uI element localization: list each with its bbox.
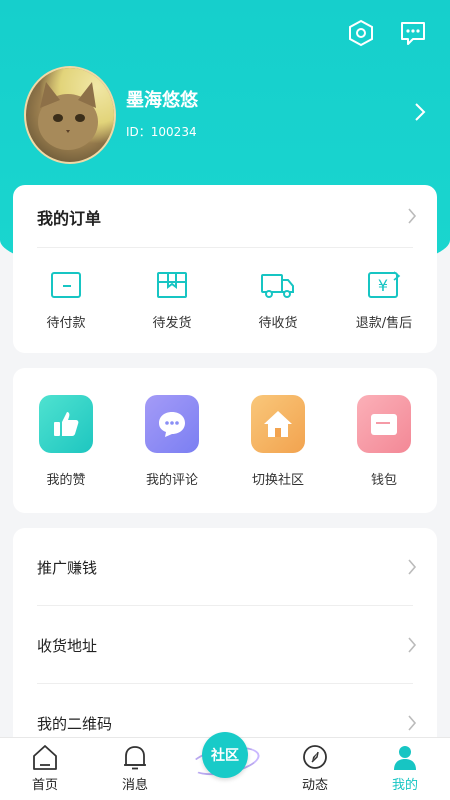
user-icon xyxy=(394,746,416,770)
orders-title[interactable]: 我的订单 xyxy=(37,205,101,229)
box-icon xyxy=(157,272,187,298)
thumbs-up-icon xyxy=(39,395,93,453)
settings-button[interactable] xyxy=(346,18,376,48)
menu-item-label: 收货地址 xyxy=(37,636,98,655)
community-planet-icon: 社区 xyxy=(202,732,248,778)
chevron-right-icon xyxy=(408,637,417,653)
avatar[interactable] xyxy=(24,66,116,164)
tab-label: 消息 xyxy=(121,778,148,793)
orders-card: 我的订单 待付款 待发货 待收货 ¥ 退款/售后 xyxy=(13,185,437,353)
home-icon xyxy=(251,395,305,453)
wallet-icon xyxy=(357,395,411,453)
chevron-right-icon[interactable] xyxy=(414,102,426,126)
tab-messages[interactable]: 消息 xyxy=(90,738,180,800)
menu-item-address[interactable]: 收货地址 xyxy=(37,606,417,684)
feature-row: 我的赞 我的评论 切换社区 钱包 xyxy=(13,395,437,488)
chevron-right-icon xyxy=(408,715,417,731)
order-status-row: 待付款 待发货 待收货 ¥ 退款/售后 xyxy=(13,270,437,331)
message-icon xyxy=(401,22,425,45)
settings-hexagon-icon xyxy=(349,19,373,47)
order-item-label: 待发货 xyxy=(152,316,192,331)
username: 墨海悠悠 xyxy=(126,90,198,111)
tab-mine[interactable]: 我的 xyxy=(360,738,450,800)
bottom-tab-bar: 首页 消息 社区 动态 我的 xyxy=(0,732,450,800)
chevron-right-icon xyxy=(408,559,417,575)
wallet-icon xyxy=(51,272,81,298)
menu-item-promote[interactable]: 推广赚钱 xyxy=(37,528,417,606)
feature-my-comments[interactable]: 我的评论 xyxy=(119,395,225,488)
feature-switch-community[interactable]: 切换社区 xyxy=(225,395,331,488)
menu-item-label: 推广赚钱 xyxy=(37,558,98,577)
comment-icon xyxy=(145,395,199,453)
order-pending-payment[interactable]: 待付款 xyxy=(13,270,119,331)
tab-home[interactable]: 首页 xyxy=(0,738,90,800)
tab-label: 我的 xyxy=(391,778,418,793)
order-pending-receipt[interactable]: 待收货 xyxy=(225,270,331,331)
order-item-label: 退款/售后 xyxy=(355,316,413,331)
profile-section[interactable]: 墨海悠悠 ID：100234 xyxy=(24,66,434,164)
user-id: ID：100234 xyxy=(126,125,197,139)
tab-community[interactable]: 社区 xyxy=(180,732,270,800)
message-button[interactable] xyxy=(398,18,428,48)
refund-icon: ¥ xyxy=(368,271,401,298)
bell-icon xyxy=(124,746,146,770)
chevron-right-icon[interactable] xyxy=(407,207,417,229)
menu-list: 推广赚钱 收货地址 我的二维码 xyxy=(13,528,437,758)
features-card: 我的赞 我的评论 切换社区 钱包 xyxy=(13,368,437,513)
home-icon xyxy=(33,745,57,770)
menu-item-label: 我的二维码 xyxy=(37,714,113,733)
order-item-label: 待付款 xyxy=(46,316,86,331)
order-item-label: 待收货 xyxy=(258,316,298,331)
divider xyxy=(37,247,413,248)
feature-wallet[interactable]: 钱包 xyxy=(331,395,437,488)
feature-label: 切换社区 xyxy=(251,473,304,488)
top-actions xyxy=(346,18,428,48)
tab-label: 社区 xyxy=(211,748,239,764)
tab-feed[interactable]: 动态 xyxy=(270,738,360,800)
svg-text:¥: ¥ xyxy=(378,276,388,295)
tab-label: 动态 xyxy=(301,778,328,793)
truck-icon xyxy=(261,274,294,298)
feature-label: 钱包 xyxy=(370,473,397,488)
feature-label: 我的评论 xyxy=(145,473,198,488)
order-refund[interactable]: ¥ 退款/售后 xyxy=(331,270,437,331)
order-pending-shipment[interactable]: 待发货 xyxy=(119,270,225,331)
feature-label: 我的赞 xyxy=(46,473,86,488)
feature-my-likes[interactable]: 我的赞 xyxy=(13,395,119,488)
compass-icon xyxy=(303,745,327,769)
tab-label: 首页 xyxy=(31,778,58,793)
